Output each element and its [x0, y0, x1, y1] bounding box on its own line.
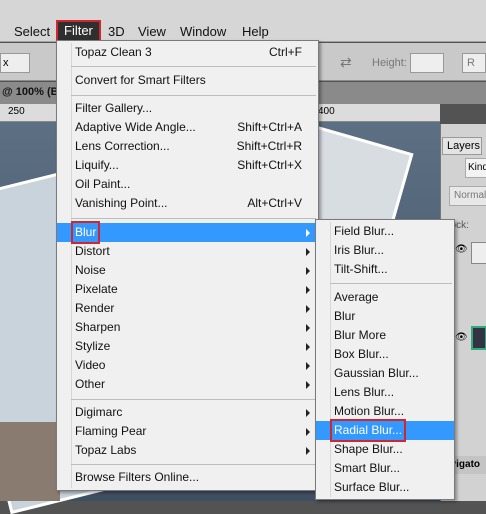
- submenu-arrow-icon: [306, 409, 310, 417]
- submenu-arrow-icon: [306, 343, 310, 351]
- menu-item-motion-blur[interactable]: Motion Blur...: [316, 402, 454, 421]
- menu-item-sharpen[interactable]: Sharpen: [57, 318, 318, 337]
- blend-mode-select[interactable]: Normal: [449, 186, 486, 206]
- menu-filter[interactable]: Filter: [56, 20, 101, 42]
- menu-item-lens-blur[interactable]: Lens Blur...: [316, 383, 454, 402]
- submenu-arrow-icon: [306, 248, 310, 256]
- menu-item-flaming-pear[interactable]: Flaming Pear: [57, 422, 318, 441]
- menu-item-browse-filters-online[interactable]: Browse Filters Online...: [57, 468, 318, 487]
- height-label: Height:: [372, 57, 407, 69]
- menu-3d[interactable]: 3D: [102, 22, 131, 42]
- menu-item-field-blur[interactable]: Field Blur...: [316, 222, 454, 241]
- submenu-arrow-icon: [306, 286, 310, 294]
- menu-item-lens-correction[interactable]: Lens Correction... Shift+Ctrl+R: [57, 137, 318, 156]
- menu-item-filter-gallery[interactable]: Filter Gallery...: [57, 99, 318, 118]
- menu-item-noise[interactable]: Noise: [57, 261, 318, 280]
- menu-item-box-blur[interactable]: Box Blur...: [316, 345, 454, 364]
- menu-separator: [71, 66, 316, 67]
- menu-item-smart-blur[interactable]: Smart Blur...: [316, 459, 454, 478]
- layer-thumbnail[interactable]: [471, 242, 486, 264]
- height-field[interactable]: [410, 53, 444, 73]
- menu-help[interactable]: Help: [236, 22, 275, 42]
- menu-item-render[interactable]: Render: [57, 299, 318, 318]
- menu-separator: [71, 399, 316, 400]
- eye-icon[interactable]: 👁: [455, 245, 468, 255]
- submenu-arrow-icon: [306, 362, 310, 370]
- menu-item-convert-smart-filters[interactable]: Convert for Smart Filters: [57, 71, 318, 90]
- menu-item-oil-paint[interactable]: Oil Paint...: [57, 175, 318, 194]
- menu-item-adaptive-wide-angle[interactable]: Adaptive Wide Angle... Shift+Ctrl+A: [57, 118, 318, 137]
- menu-separator: [71, 218, 316, 219]
- submenu-arrow-icon: [306, 428, 310, 436]
- swap-icon[interactable]: ⇄: [340, 55, 354, 69]
- layer-thumbnail-selected[interactable]: [471, 326, 486, 350]
- ruler-mark: 250: [8, 106, 25, 117]
- menu-item-surface-blur[interactable]: Surface Blur...: [316, 478, 454, 497]
- menu-separator: [71, 464, 316, 465]
- menu-item-topaz-clean[interactable]: Topaz Clean 3 Ctrl+F: [57, 43, 318, 62]
- submenu-arrow-icon: [306, 324, 310, 332]
- refine-button[interactable]: R: [462, 53, 486, 73]
- menu-item-pixelate[interactable]: Pixelate: [57, 280, 318, 299]
- menu-view[interactable]: View: [132, 22, 172, 42]
- menu-item-blur-basic[interactable]: Blur: [316, 307, 454, 326]
- menu-item-vanishing-point[interactable]: Vanishing Point... Alt+Ctrl+V: [57, 194, 318, 213]
- menu-item-blur[interactable]: Blur: [57, 221, 318, 244]
- submenu-arrow-icon: [306, 305, 310, 313]
- menu-separator: [330, 283, 452, 284]
- submenu-arrow-icon: [306, 447, 310, 455]
- menu-separator: [71, 95, 316, 96]
- layer-kind-filter[interactable]: Kind: [465, 158, 486, 178]
- menu-item-other[interactable]: Other: [57, 375, 318, 394]
- submenu-arrow-icon: [306, 229, 310, 237]
- menu-item-distort[interactable]: Distort: [57, 242, 318, 261]
- submenu-arrow-icon: [306, 267, 310, 275]
- menu-item-blur-more[interactable]: Blur More: [316, 326, 454, 345]
- menu-item-iris-blur[interactable]: Iris Blur...: [316, 241, 454, 260]
- menu-item-digimarc[interactable]: Digimarc: [57, 403, 318, 422]
- menu-item-tilt-shift[interactable]: Tilt-Shift...: [316, 260, 454, 279]
- menu-window[interactable]: Window: [174, 22, 232, 42]
- options-field-left[interactable]: x: [0, 53, 30, 73]
- menu-item-radial-blur[interactable]: Radial Blur...: [316, 419, 454, 442]
- menubar: Select Filter 3D View Window Help: [0, 0, 486, 42]
- menu-item-average[interactable]: Average: [316, 288, 454, 307]
- menu-item-liquify[interactable]: Liquify... Shift+Ctrl+X: [57, 156, 318, 175]
- menu-item-gaussian-blur[interactable]: Gaussian Blur...: [316, 364, 454, 383]
- photo-content: [0, 422, 60, 501]
- menu-item-shape-blur[interactable]: Shape Blur...: [316, 440, 454, 459]
- submenu-arrow-icon: [306, 381, 310, 389]
- menu-item-topaz-labs[interactable]: Topaz Labs: [57, 441, 318, 460]
- filter-menu: Topaz Clean 3 Ctrl+F Convert for Smart Fi…: [56, 40, 319, 491]
- menu-item-stylize[interactable]: Stylize: [57, 337, 318, 356]
- blur-submenu: Field Blur... Iris Blur... Tilt-Shift...…: [315, 219, 455, 500]
- menu-select[interactable]: Select: [8, 22, 56, 42]
- menu-item-video[interactable]: Video: [57, 356, 318, 375]
- layers-tab[interactable]: Layers: [442, 137, 482, 155]
- eye-icon[interactable]: 👁: [455, 333, 468, 343]
- ruler-mark: 400: [318, 106, 335, 117]
